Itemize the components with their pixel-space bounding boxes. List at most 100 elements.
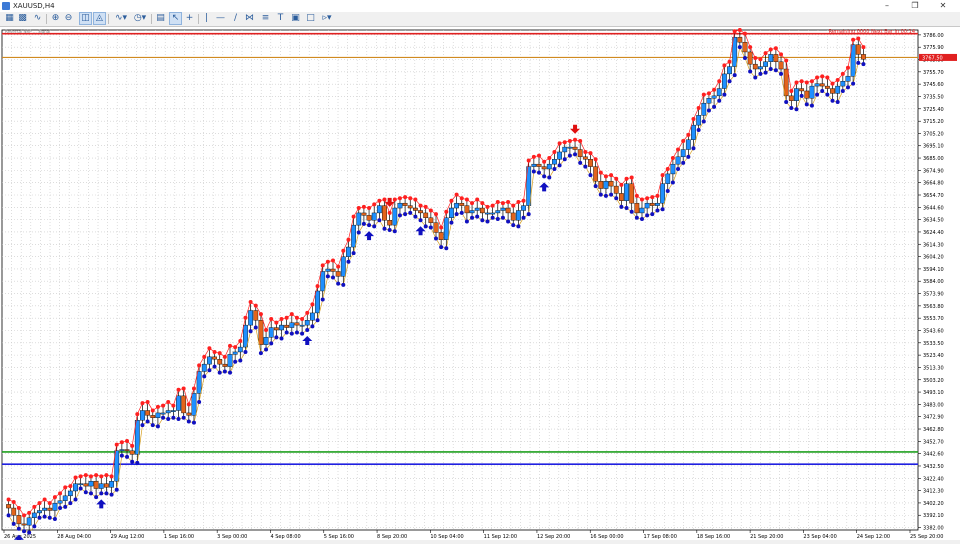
bull-candle bbox=[42, 507, 48, 511]
price-chart[interactable]: 3786.003775.903765.803755.703745.603735.… bbox=[0, 27, 960, 544]
templates-icon[interactable]: ▤ bbox=[155, 13, 166, 24]
low-dot bbox=[6, 513, 11, 518]
bear-candle bbox=[186, 412, 192, 416]
shapes-icon[interactable]: □ bbox=[305, 13, 316, 24]
arrange-windows-icon[interactable]: ▩ bbox=[17, 13, 28, 24]
periods-icon[interactable]: ◷▾ bbox=[132, 13, 148, 24]
high-dot bbox=[706, 91, 711, 96]
y-tick-label: 3614.30 bbox=[923, 242, 944, 248]
high-dot bbox=[382, 197, 387, 202]
scroll-chart-icon[interactable]: ◬ bbox=[93, 12, 106, 25]
bull-candle bbox=[485, 212, 490, 215]
x-tick-label: 18 Sep 16:00 bbox=[697, 534, 730, 540]
low-dot bbox=[418, 218, 423, 223]
high-dot bbox=[701, 92, 706, 97]
high-dot bbox=[665, 167, 670, 172]
low-dot bbox=[804, 102, 809, 107]
zoom-in-icon[interactable]: ⊕ bbox=[50, 13, 61, 24]
high-dot bbox=[212, 349, 217, 354]
high-dot bbox=[155, 404, 160, 409]
low-dot bbox=[68, 501, 73, 506]
y-tick-label: 3634.50 bbox=[923, 218, 944, 224]
bull-candle bbox=[644, 202, 650, 209]
minimize-button[interactable]: – bbox=[873, 0, 901, 12]
low-dot bbox=[258, 351, 263, 356]
chart-type-icon[interactable]: ∿▾ bbox=[113, 13, 129, 24]
low-dot bbox=[403, 212, 408, 217]
y-tick-label: 3584.00 bbox=[923, 279, 944, 285]
close-button[interactable]: ✕ bbox=[929, 0, 957, 12]
high-dot bbox=[73, 475, 78, 480]
bear-candle bbox=[258, 320, 264, 345]
bull-candle bbox=[340, 256, 346, 277]
low-dot bbox=[222, 369, 227, 374]
new-chart-icon[interactable]: ▦ bbox=[4, 13, 15, 24]
high-dot bbox=[361, 204, 366, 209]
x-tick-label: 29 Aug 12:00 bbox=[111, 534, 145, 540]
bear-candle bbox=[253, 310, 259, 321]
low-dot bbox=[619, 204, 624, 209]
low-dot bbox=[73, 497, 78, 502]
low-dot bbox=[511, 223, 516, 228]
zoom-out-icon[interactable]: ⊖ bbox=[63, 13, 74, 24]
bear-candle bbox=[855, 44, 861, 55]
bull-candle bbox=[624, 183, 629, 201]
bull-candle bbox=[165, 410, 171, 414]
cursor-icon[interactable]: ↖ bbox=[169, 12, 182, 25]
low-dot bbox=[655, 208, 660, 213]
x-tick-label: 17 Sep 08:00 bbox=[644, 534, 677, 540]
bear-candle bbox=[330, 268, 336, 272]
bull-candle bbox=[557, 151, 562, 160]
y-tick-label: 3483.00 bbox=[923, 402, 944, 408]
bull-candle bbox=[567, 146, 573, 149]
low-dot bbox=[825, 92, 830, 97]
high-dot bbox=[804, 80, 809, 85]
indicators-icon[interactable]: ∿ bbox=[32, 13, 43, 24]
bear-candle bbox=[598, 181, 604, 189]
high-dot bbox=[748, 45, 753, 50]
label-icon[interactable]: ▣ bbox=[290, 13, 301, 24]
low-dot bbox=[150, 423, 155, 428]
low-dot bbox=[202, 374, 207, 379]
low-dot bbox=[639, 217, 644, 222]
high-dot bbox=[119, 440, 124, 445]
bull-candle bbox=[696, 115, 702, 126]
high-dot bbox=[732, 29, 737, 34]
low-dot bbox=[47, 515, 52, 520]
plot-area[interactable] bbox=[1, 29, 919, 531]
high-dot bbox=[331, 258, 336, 263]
text-icon[interactable]: T bbox=[275, 13, 286, 24]
channel-icon[interactable]: ⋈ bbox=[244, 13, 255, 24]
bear-candle bbox=[649, 202, 655, 206]
trendline-icon[interactable]: ∕ bbox=[230, 13, 241, 24]
high-dot bbox=[851, 37, 856, 42]
bear-candle bbox=[428, 217, 434, 223]
vertical-line-icon[interactable]: | bbox=[201, 13, 212, 24]
high-dot bbox=[583, 149, 588, 154]
low-dot bbox=[63, 504, 68, 509]
y-tick-label: 3472.90 bbox=[923, 415, 944, 421]
high-dot bbox=[459, 196, 464, 201]
low-dot bbox=[799, 93, 804, 98]
tile-windows-icon[interactable]: ◫ bbox=[79, 12, 92, 25]
chart-window[interactable]: 3786.003775.903765.803755.703745.603735.… bbox=[0, 27, 960, 544]
low-dot bbox=[279, 336, 284, 341]
high-dot bbox=[336, 264, 341, 269]
high-dot bbox=[727, 59, 732, 64]
bull-candle bbox=[521, 205, 526, 211]
low-dot bbox=[243, 349, 248, 354]
high-dot bbox=[202, 354, 207, 359]
bull-candle bbox=[660, 183, 665, 204]
shapes-dropdown-icon[interactable]: ▹▾ bbox=[320, 13, 334, 24]
high-dot bbox=[377, 198, 382, 203]
crosshair-icon[interactable]: + bbox=[184, 13, 195, 24]
low-dot bbox=[722, 92, 727, 97]
high-dot bbox=[300, 317, 305, 322]
low-dot bbox=[727, 79, 732, 84]
bear-candle bbox=[11, 507, 17, 516]
low-dot bbox=[423, 224, 428, 229]
fibonacci-icon[interactable]: ≡ bbox=[260, 13, 271, 24]
horizontal-line-icon[interactable]: — bbox=[215, 13, 226, 24]
restore-button[interactable]: ❐ bbox=[901, 0, 929, 12]
bear-candle bbox=[438, 232, 444, 240]
